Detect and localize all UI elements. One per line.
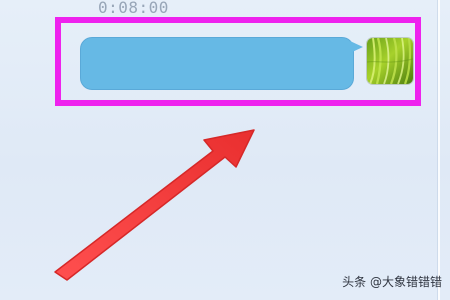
- outgoing-message-bubble[interactable]: [80, 37, 354, 90]
- user-avatar[interactable]: [367, 38, 413, 84]
- watermark-text: 头条 @大象错错错: [342, 275, 442, 289]
- grass-avatar-icon: [367, 38, 413, 84]
- chat-message-row: [0, 0, 450, 120]
